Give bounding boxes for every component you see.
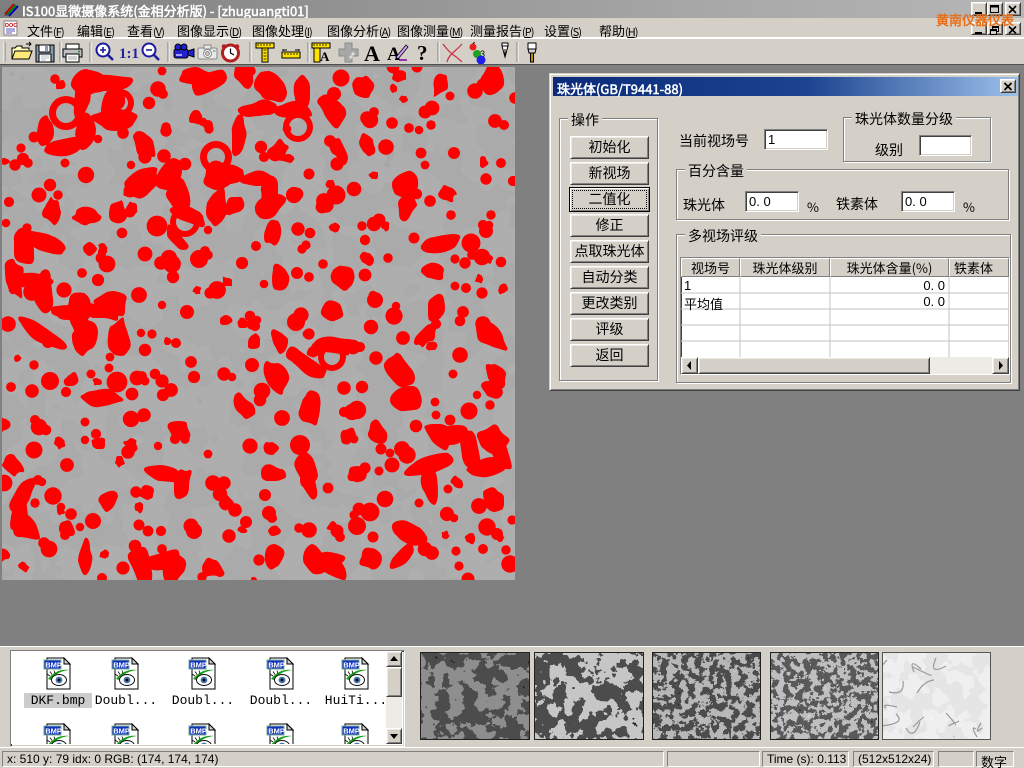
svg-text:BMP: BMP <box>45 661 62 670</box>
svg-text:BMP: BMP <box>113 661 130 670</box>
svg-text:BMP: BMP <box>268 727 285 736</box>
svg-text:BMP: BMP <box>343 661 360 670</box>
svg-text:BMP: BMP <box>190 661 207 670</box>
svg-text:DOC: DOC <box>5 23 17 29</box>
svg-text:A: A <box>364 41 380 65</box>
svg-text:1:1: 1:1 <box>119 46 139 62</box>
svg-text:BMP: BMP <box>190 727 207 736</box>
svg-text:A: A <box>320 49 330 64</box>
svg-text:BMP: BMP <box>268 661 285 670</box>
svg-text:?: ? <box>417 41 428 65</box>
svg-text:BMP: BMP <box>343 727 360 736</box>
svg-text:BMP: BMP <box>45 727 62 736</box>
svg-text:BMP: BMP <box>113 727 130 736</box>
